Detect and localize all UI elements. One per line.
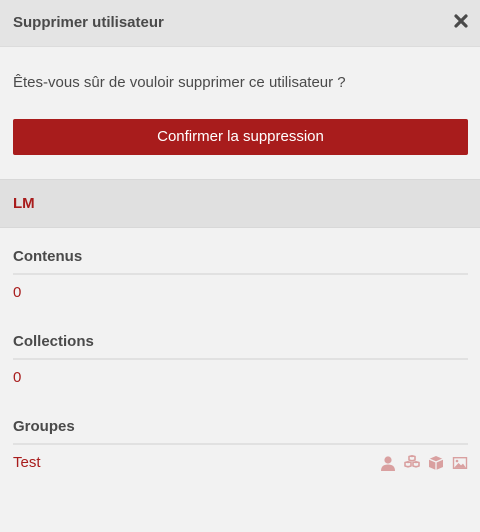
collections-count[interactable]: 0 <box>13 369 21 386</box>
dialog-header: Supprimer utilisateur <box>0 0 480 47</box>
group-item-actions <box>380 455 468 471</box>
contents-count[interactable]: 0 <box>13 284 21 301</box>
groups-divider <box>13 443 468 445</box>
collections-divider <box>13 358 468 360</box>
user-name[interactable]: LM <box>13 195 35 212</box>
confirm-delete-button[interactable]: Confirmer la suppression <box>13 119 468 155</box>
image-icon[interactable] <box>452 455 468 471</box>
contents-divider <box>13 273 468 275</box>
group-item-name[interactable]: Test <box>13 454 41 471</box>
user-bar: LM <box>0 179 480 228</box>
collections-section-title: Collections <box>13 333 94 350</box>
groups-section-title: Groupes <box>13 418 75 435</box>
dialog-title: Supprimer utilisateur <box>13 14 164 31</box>
close-icon[interactable] <box>453 12 469 30</box>
user-icon[interactable] <box>380 455 396 471</box>
contents-section-title: Contenus <box>13 248 83 265</box>
delete-user-dialog: Supprimer utilisateur Êtes-vous sûr de v… <box>0 0 480 532</box>
cube-icon[interactable] <box>428 455 444 471</box>
cubes-icon[interactable] <box>404 455 420 471</box>
confirm-question: Êtes-vous sûr de vouloir supprimer ce ut… <box>13 74 346 91</box>
